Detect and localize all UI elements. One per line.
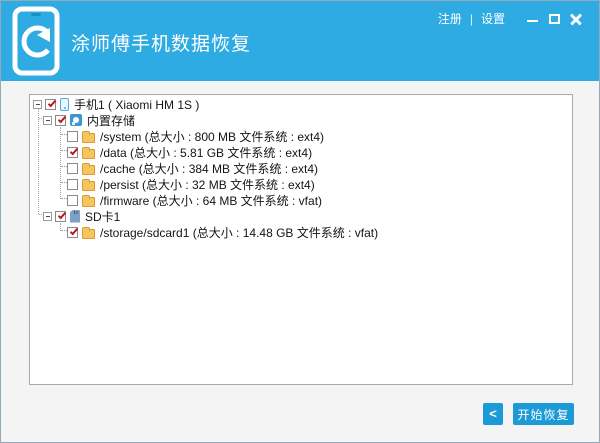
tree-item-persist[interactable]: /persist (总大小 : 32 MB 文件系统 : ext4) [67,176,315,192]
phone-icon [60,98,69,111]
close-icon [570,13,582,25]
tree-connector [60,127,61,199]
tree-item-label: /storage/sdcard1 (总大小 : 14.48 GB 文件系统 : … [100,223,378,241]
folder-icon [82,165,95,175]
partition-tree-panel: 手机1 ( Xiaomi HM 1S ) 内置存储 /system (总大小 :… [29,94,573,385]
tree-connector [38,107,39,214]
maximize-icon [549,14,560,24]
titlebar: 注册 | 设置 [438,10,587,27]
partition-tree: 手机1 ( Xiaomi HM 1S ) 内置存储 /system (总大小 :… [30,95,572,384]
tree-item-internal-storage[interactable]: 内置存储 [43,112,135,128]
register-link[interactable]: 注册 [438,10,462,27]
checkbox[interactable] [67,179,78,190]
tree-item-storage-sdcard1[interactable]: /storage/sdcard1 (总大小 : 14.48 GB 文件系统 : … [67,224,378,240]
checkbox[interactable] [67,163,78,174]
tree-item-firmware[interactable]: /firmware (总大小 : 64 MB 文件系统 : vfat) [67,192,322,208]
checkbox[interactable] [45,99,56,110]
folder-icon [82,133,95,143]
minimize-icon [527,20,538,22]
app-window: 涂师傅手机数据恢复 注册 | 设置 [0,0,600,443]
collapse-toggle-icon[interactable] [43,116,52,125]
internal-storage-icon [70,114,82,126]
folder-icon [82,197,95,207]
tree-item-system[interactable]: /system (总大小 : 800 MB 文件系统 : ext4) [67,128,324,144]
settings-link[interactable]: 设置 [481,10,505,27]
checkbox[interactable] [67,195,78,206]
collapse-toggle-icon[interactable] [43,212,52,221]
folder-icon [82,149,95,159]
checkbox[interactable] [67,147,78,158]
close-button[interactable] [565,11,587,27]
checkbox[interactable] [67,227,78,238]
collapse-toggle-icon[interactable] [33,100,42,109]
folder-icon [82,229,95,239]
tree-item-sdcard1[interactable]: SD卡1 [43,208,120,224]
phone-recovery-logo-icon [12,6,60,76]
titlebar-divider: | [470,12,473,26]
tree-item-label: /firmware (总大小 : 64 MB 文件系统 : vfat) [100,191,322,209]
checkbox[interactable] [55,211,66,222]
tree-item-phone1[interactable]: 手机1 ( Xiaomi HM 1S ) [33,96,199,112]
start-recovery-button[interactable]: 开始恢复 [513,403,574,425]
tree-item-data[interactable]: /data (总大小 : 5.81 GB 文件系统 : ext4) [67,144,312,160]
sd-card-icon [70,210,80,223]
maximize-button[interactable] [543,11,565,27]
checkbox[interactable] [55,115,66,126]
window-controls [521,11,587,27]
checkbox[interactable] [67,131,78,142]
app-title: 涂师傅手机数据恢复 [71,29,251,56]
back-button[interactable]: < [483,403,503,425]
folder-icon [82,181,95,191]
minimize-button[interactable] [521,11,543,27]
header: 涂师傅手机数据恢复 注册 | 设置 [1,1,599,81]
tree-item-cache[interactable]: /cache (总大小 : 384 MB 文件系统 : ext4) [67,160,318,176]
